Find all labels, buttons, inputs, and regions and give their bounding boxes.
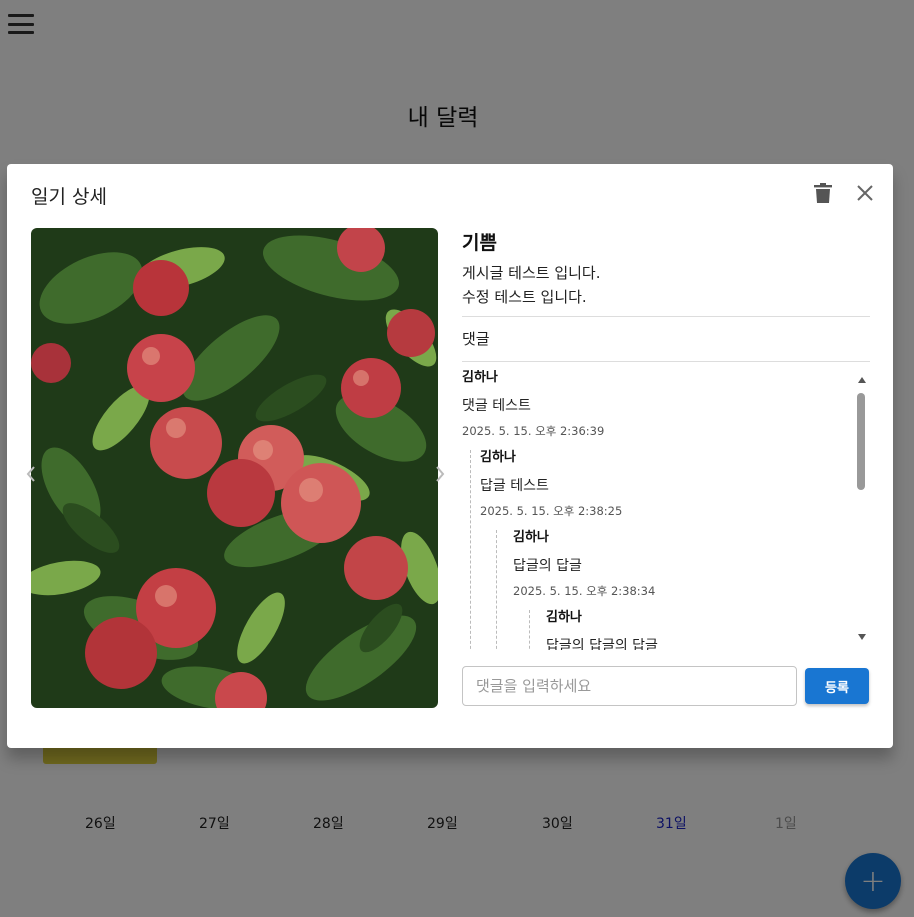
- comments-list[interactable]: 김하나 댓글 테스트 2025. 5. 15. 오후 2:36:39 김하나 답…: [462, 370, 870, 650]
- comment-text: 답글 테스트: [480, 478, 549, 494]
- scrollbar-thumb[interactable]: [857, 393, 865, 490]
- comment-date: 2025. 5. 15. 오후 2:36:39: [462, 424, 605, 438]
- close-button[interactable]: [853, 180, 877, 206]
- mood-label: 기쁨: [462, 232, 497, 254]
- comment-text: 댓글 테스트: [462, 398, 531, 414]
- comment-input[interactable]: [462, 666, 797, 706]
- reply-item: 김하나 답글 테스트 2025. 5. 15. 오후 2:38:25 김하나 답…: [470, 450, 870, 650]
- chevron-left-icon[interactable]: [24, 464, 38, 484]
- comment-author: 김하나: [480, 450, 516, 465]
- close-icon: [857, 185, 873, 201]
- delete-button[interactable]: [811, 180, 835, 206]
- diary-photo: [31, 228, 438, 708]
- divider: [462, 316, 870, 317]
- content-line: 수정 테스트 입니다.: [462, 288, 587, 306]
- comment-text: 답글의 답글의 답글: [546, 638, 658, 650]
- delete-icon: [814, 183, 832, 203]
- dialog-title: 일기 상세: [31, 186, 107, 208]
- content-line: 게시글 테스트 입니다.: [462, 264, 601, 282]
- divider: [462, 361, 870, 362]
- scroll-down-arrow-icon[interactable]: [858, 634, 866, 640]
- comments-scrollbar[interactable]: [855, 375, 869, 643]
- chevron-right-icon[interactable]: [433, 464, 447, 484]
- reply-item: 김하나 답글의 답글의 답글: [529, 610, 870, 650]
- comment-date: 2025. 5. 15. 오후 2:38:25: [480, 504, 623, 518]
- reply-item: 김하나 답글의 답글 2025. 5. 15. 오후 2:38:34 김하나 답…: [496, 530, 870, 650]
- comments-heading: 댓글: [462, 330, 490, 348]
- comment-author: 김하나: [462, 370, 498, 385]
- comment-date: 2025. 5. 15. 오후 2:38:34: [513, 584, 656, 598]
- comment-author: 김하나: [546, 610, 582, 625]
- comment-item: 김하나 댓글 테스트 2025. 5. 15. 오후 2:36:39 김하나 답…: [462, 370, 870, 650]
- comment-text: 답글의 답글: [513, 558, 582, 574]
- diary-details: 기쁨 게시글 테스트 입니다. 수정 테스트 입니다.: [462, 228, 870, 309]
- scroll-up-arrow-icon[interactable]: [858, 377, 866, 383]
- comment-author: 김하나: [513, 530, 549, 545]
- submit-comment-button[interactable]: 등록: [805, 668, 869, 704]
- diary-detail-dialog: 일기 상세 기쁨 게시글 테스트 입니다. 수정 테스트 입니다. 댓글 김하나…: [7, 164, 893, 748]
